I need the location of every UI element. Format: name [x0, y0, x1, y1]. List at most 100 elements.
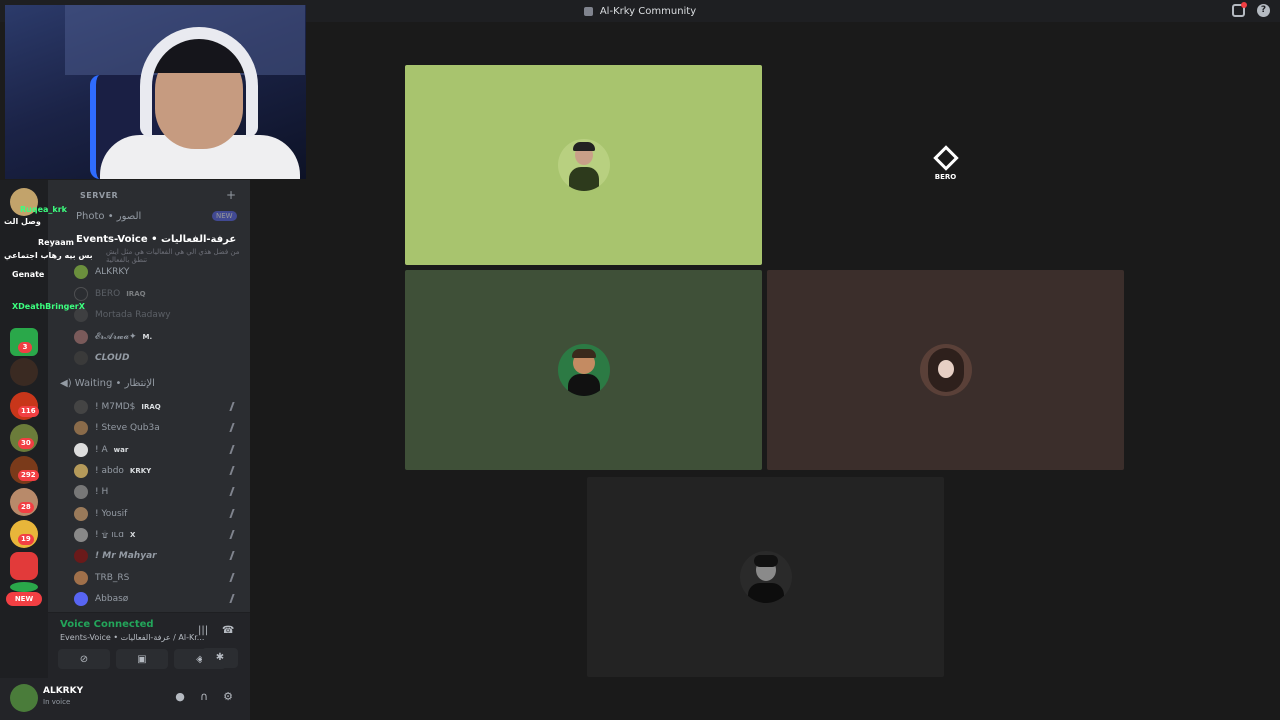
user-name: ! Steve Qub3a — [95, 423, 160, 433]
user-name: Mortada Radawy — [95, 310, 171, 320]
channel-events-voice[interactable]: Events-Voice • عرفة-الفعاليات — [76, 234, 236, 245]
diamond-icon — [932, 145, 959, 171]
voice-user[interactable]: ! abdo KRKY — [74, 461, 250, 481]
soundboard-icon: ✱ — [215, 652, 225, 663]
speaker-icon: ◀) — [60, 378, 75, 389]
deafened-icon — [229, 594, 242, 603]
camera-off-button[interactable]: ⊘ — [58, 649, 110, 669]
voice-connected-label: Voice Connected — [60, 619, 154, 630]
user-name: ! Yousif — [95, 509, 128, 519]
user-tag: IRAQ — [126, 290, 146, 298]
user-name: BERO — [95, 289, 121, 299]
user-name: ! M7MD$ — [95, 402, 136, 412]
window-title: Al-Krky Community — [599, 5, 697, 17]
video-tile-user-5[interactable] — [587, 477, 944, 677]
avatar — [557, 344, 610, 396]
video-tile-user-3[interactable] — [405, 270, 762, 470]
voice-user[interactable]: 𝓔𝓻𝓐𝓻𝔀𝓪✦ M. — [74, 327, 250, 347]
new-badge: NEW — [212, 211, 237, 221]
video-stage: BERO — [250, 22, 1280, 720]
share-screen-icon: ▣ — [137, 653, 147, 665]
noise-suppression-icon[interactable]: ||| — [198, 625, 212, 636]
channel-label: Events-Voice • عرفة-الفعاليات — [76, 234, 237, 245]
voice-user[interactable]: ! M7MD$ IRAQ — [74, 397, 250, 417]
webcam-overlay — [5, 5, 306, 179]
avatar — [919, 344, 972, 396]
user-tag: IRAQ — [141, 403, 161, 411]
deafened-icon — [229, 487, 242, 496]
user-tag: KRKY — [129, 467, 152, 475]
avatar — [74, 421, 88, 435]
user-name: ! ۩ ıʟɑ — [95, 530, 124, 540]
channel-photo[interactable]: Photo • الصور NEW — [76, 211, 237, 222]
voice-user[interactable]: BERO IRAQ — [74, 284, 250, 304]
voice-user[interactable]: ! H — [74, 482, 250, 502]
avatar — [557, 139, 610, 191]
channel-label: Photo • الصور — [76, 211, 142, 222]
user-panel-status: In voice — [43, 698, 71, 706]
user-panel-name: ALKRKY — [43, 686, 84, 696]
voice-user[interactable]: ! Steve Qub3a — [74, 418, 250, 438]
deafened-icon — [229, 466, 242, 475]
avatar — [74, 308, 88, 322]
soundboard-button[interactable]: ✱ — [202, 648, 238, 668]
voice-user[interactable]: Mortada Radawy — [74, 305, 250, 325]
mention-badge: 116 — [18, 406, 39, 417]
avatar — [74, 485, 88, 499]
voice-user[interactable]: ! A war — [74, 440, 250, 460]
new-servers-pill[interactable]: NEW — [6, 592, 42, 606]
voice-user[interactable]: ! Mr Mahyar — [74, 546, 250, 566]
inbox-icon[interactable] — [1232, 2, 1247, 17]
deafened-icon — [229, 509, 242, 518]
avatar — [74, 549, 88, 563]
avatar — [74, 592, 88, 606]
avatar — [74, 330, 88, 344]
voice-user[interactable]: TRB_RS — [74, 568, 250, 588]
avatar — [74, 571, 88, 585]
user-name: ! Mr Mahyar — [95, 551, 157, 561]
microphone-icon[interactable]: ● — [173, 690, 187, 704]
video-tile-user-4[interactable] — [767, 270, 1124, 470]
headphones-icon[interactable]: ∩ — [197, 690, 211, 704]
avatar[interactable] — [10, 684, 38, 712]
avatar — [74, 265, 88, 279]
deafened-icon — [229, 402, 242, 411]
avatar — [74, 287, 88, 301]
server-icon[interactable] — [10, 358, 38, 386]
avatar — [74, 351, 88, 365]
category-header[interactable]: SERVER + — [48, 188, 250, 206]
user-name: CLOUD — [95, 353, 130, 363]
gear-icon[interactable]: ⚙ — [221, 690, 235, 704]
channel-label: Waiting • الإنتظار — [74, 378, 155, 389]
voice-user[interactable]: Abbasø — [74, 589, 250, 609]
voice-status-panel: Voice Connected Events-Voice • عرفة-الفع… — [48, 612, 250, 678]
video-tile-bero[interactable]: BERO — [767, 65, 1124, 265]
server-icon[interactable] — [10, 552, 38, 580]
voice-channel-link[interactable]: Events-Voice • عرفة-الفعاليات / Al-Kr... — [60, 633, 204, 642]
disconnect-icon[interactable]: ☎ — [222, 625, 236, 636]
bero-logo-text: BERO — [934, 173, 957, 181]
share-screen-button[interactable]: ▣ — [116, 649, 168, 669]
mention-badge: 30 — [18, 438, 34, 449]
add-channel-icon[interactable]: + — [226, 188, 236, 202]
user-name: TRB_RS — [95, 573, 130, 583]
server-icon[interactable] — [10, 582, 38, 592]
server-icon[interactable] — [10, 188, 38, 216]
user-tag: X — [129, 531, 136, 539]
server-icon — [583, 6, 593, 16]
help-icon[interactable]: ? — [1257, 4, 1270, 17]
deafened-icon — [229, 423, 242, 432]
user-tag: war — [113, 446, 129, 454]
mention-badge: 292 — [18, 470, 39, 481]
voice-user[interactable]: ! Yousif — [74, 504, 250, 524]
channel-waiting[interactable]: ◀) Waiting • الإنتظار — [60, 378, 155, 389]
voice-user[interactable]: CLOUD — [74, 348, 250, 368]
voice-user[interactable]: ALKRKY — [74, 262, 250, 282]
avatar — [739, 551, 792, 603]
deafened-icon — [229, 530, 242, 539]
video-tile-alkrky[interactable] — [405, 65, 762, 265]
avatar — [74, 528, 88, 542]
user-panel: ALKRKY In voice ● ∩ ⚙ — [0, 678, 250, 720]
voice-user[interactable]: ! ۩ ıʟɑ X — [74, 525, 250, 545]
deafened-icon — [229, 445, 242, 454]
